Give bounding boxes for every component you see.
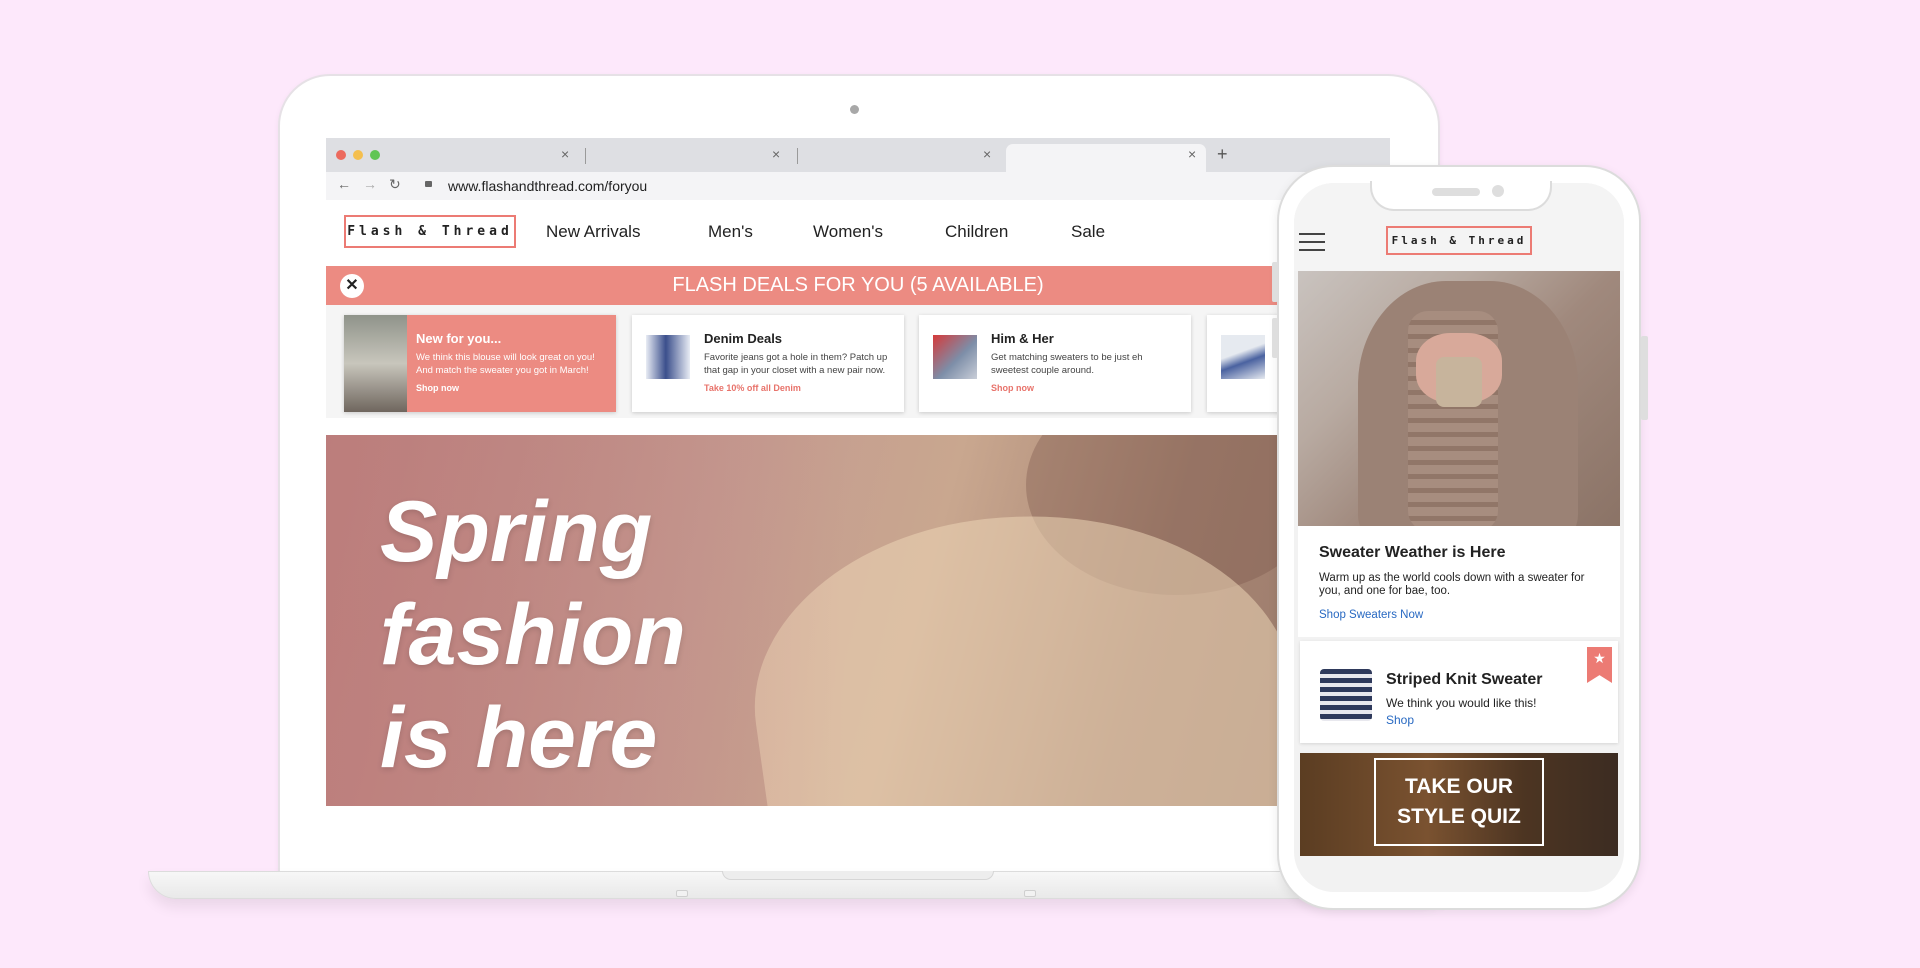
laptop-screen: × × × × + ← → ↻ www.flashandthread.com/f… (326, 138, 1390, 806)
laptop-camera (850, 105, 859, 114)
window-maximize-dot[interactable] (370, 150, 380, 160)
card-title: Him & Her (991, 331, 1054, 346)
address-bar: ← → ↻ www.flashandthread.com/foryou (326, 172, 1390, 201)
url-text[interactable]: www.flashandthread.com/foryou (448, 178, 647, 194)
couple-sweaters-image (933, 335, 977, 379)
browser-tab-bar: × × × × + (326, 138, 1390, 172)
hero-banner[interactable]: Spring fashion is here (326, 435, 1390, 806)
quiz-line: STYLE QUIZ (1397, 805, 1521, 828)
tab-separator (585, 148, 586, 164)
tab-close-icon[interactable]: × (983, 146, 991, 162)
denim-image (646, 335, 690, 379)
bookmark-star-icon[interactable]: ★ (1587, 647, 1612, 683)
mug (1436, 357, 1482, 407)
phone-side-button (1641, 336, 1648, 420)
style-quiz-button[interactable]: TAKE OUR STYLE QUIZ (1374, 758, 1544, 846)
phone-speaker (1432, 188, 1480, 196)
feature-title: Sweater Weather is Here (1319, 544, 1506, 561)
tab-separator (797, 148, 798, 164)
laptop-foot (1024, 890, 1036, 897)
window-minimize-dot[interactable] (353, 150, 363, 160)
sweater-feature-card: Sweater Weather is Here Warm up as the w… (1298, 271, 1620, 637)
tab-close-icon[interactable]: × (772, 146, 780, 162)
card-body: We think this blouse will look great on … (416, 352, 595, 376)
hero-headline: Spring fashion is here (380, 481, 800, 790)
mobile-site-logo[interactable]: Flash & Thread (1386, 226, 1532, 255)
flash-deals-banner: FLASH DEALS FOR YOU (5 AVAILABLE) (326, 266, 1390, 305)
shoe-image (1221, 335, 1265, 379)
phone-volume-button (1272, 318, 1278, 358)
phone-volume-button (1272, 262, 1278, 302)
deal-card-new-for-you[interactable]: New for you... We think this blouse will… (344, 315, 616, 412)
sweater-image (1298, 271, 1620, 526)
card-shop-link[interactable]: Shop now (416, 383, 459, 393)
hamburger-menu-icon[interactable] (1299, 233, 1325, 257)
back-arrow-icon[interactable]: ← (337, 176, 351, 192)
card-body: Get matching sweaters to be just eh swee… (991, 352, 1143, 376)
card-body: Favorite jeans got a hole in them? Patch… (704, 352, 888, 376)
hero-line: fashion (380, 587, 686, 683)
blouse-model-image (344, 315, 407, 412)
recommendation-card[interactable]: ★ Striped Knit Sweater We think you woul… (1300, 641, 1618, 743)
phone-notch (1370, 181, 1552, 211)
tab-close-icon[interactable]: × (1188, 146, 1196, 162)
laptop-base-notch (722, 871, 994, 880)
deal-card-denim[interactable]: Denim Deals Favorite jeans got a hole in… (632, 315, 904, 412)
card-title: Denim Deals (704, 331, 783, 346)
feature-body: Warm up as the world cools down with a s… (1319, 572, 1585, 597)
star-glyph: ★ (1593, 650, 1606, 666)
deal-cards-row: New for you... We think this blouse will… (326, 305, 1390, 418)
nav-mens[interactable]: Men's (708, 222, 753, 242)
recommendation-title: Striped Knit Sweater (1386, 671, 1543, 688)
quiz-line: TAKE OUR (1404, 775, 1514, 798)
close-banner-button[interactable]: ✕ (340, 274, 364, 298)
phone-screen: Flash & Thread Sweater Weather is Here W… (1294, 183, 1624, 892)
hero-line: is here (380, 690, 658, 786)
card-title: New for you... (416, 331, 502, 346)
nav-children[interactable]: Children (945, 222, 1008, 242)
active-tab[interactable]: × (1006, 144, 1206, 172)
tab-close-icon[interactable]: × (561, 146, 569, 162)
new-tab-plus-icon[interactable]: + (1217, 144, 1228, 165)
nav-new-arrivals[interactable]: New Arrivals (546, 222, 640, 242)
card-shop-link[interactable]: Shop now (991, 383, 1034, 393)
nav-sale[interactable]: Sale (1071, 222, 1105, 242)
shop-sweaters-link[interactable]: Shop Sweaters Now (1319, 609, 1423, 621)
lock-icon (425, 181, 432, 187)
site-logo[interactable]: Flash & Thread (344, 215, 516, 248)
phone-front-camera (1492, 185, 1504, 197)
deal-card-him-and-her[interactable]: Him & Her Get matching sweaters to be ju… (919, 315, 1191, 412)
nav-womens[interactable]: Women's (813, 222, 883, 242)
reload-icon[interactable]: ↻ (389, 176, 401, 193)
card-discount-link[interactable]: Take 10% off all Denim (704, 383, 801, 393)
window-close-dot[interactable] (336, 150, 346, 160)
hero-line: Spring (380, 484, 653, 580)
style-quiz-banner[interactable]: TAKE OUR STYLE QUIZ (1300, 753, 1618, 856)
shop-link[interactable]: Shop (1386, 713, 1414, 727)
site-header: Flash & Thread New Arrivals Men's Women'… (326, 200, 1390, 266)
laptop-foot (676, 890, 688, 897)
striped-sweater-image (1320, 669, 1372, 721)
recommendation-body: We think you would like this! (1386, 696, 1537, 710)
forward-arrow-icon[interactable]: → (363, 176, 377, 192)
